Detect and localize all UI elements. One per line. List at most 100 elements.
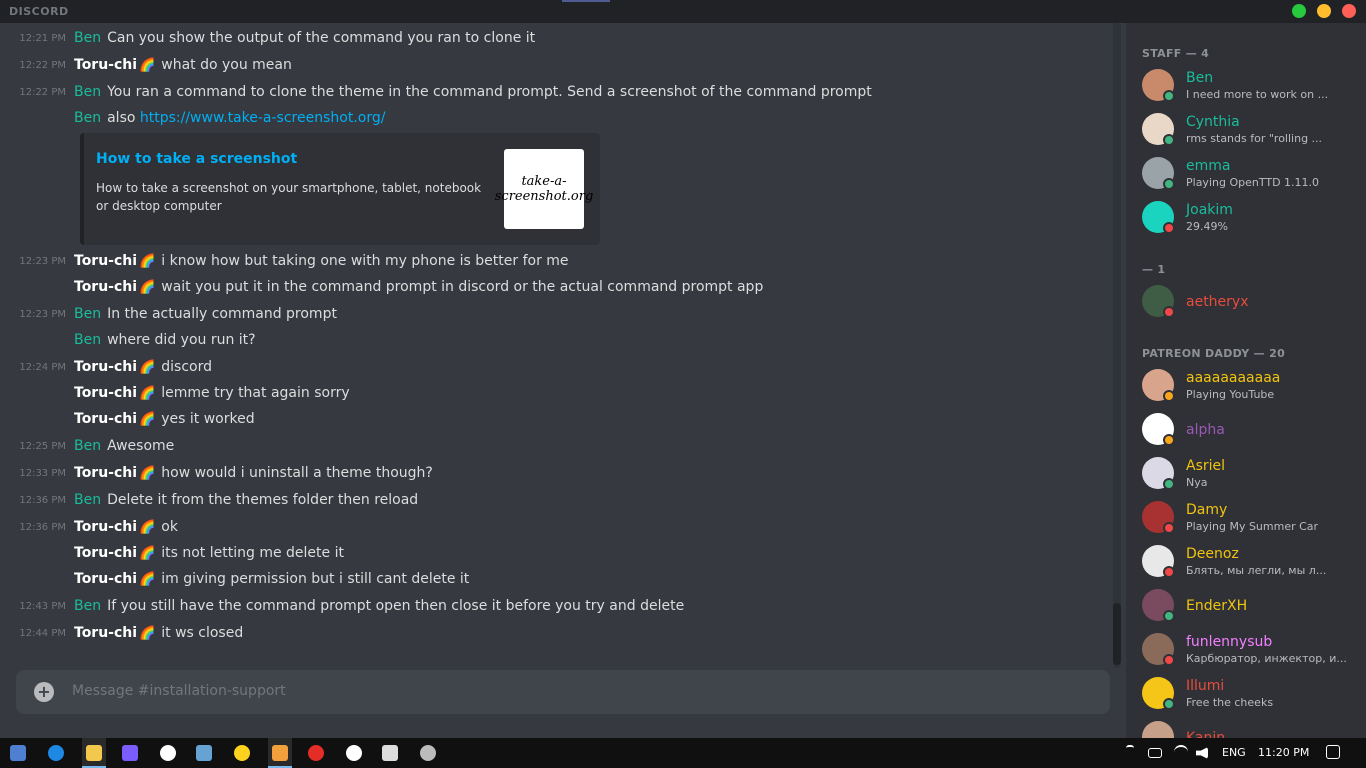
message-author[interactable]: Toru-chi 🌈 — [74, 385, 155, 401]
message-row[interactable]: Toru-chi 🌈 its not letting me delete it — [0, 542, 1100, 568]
status-indicator-icon — [1163, 178, 1175, 190]
start-icon[interactable] — [10, 745, 26, 761]
close-button[interactable] — [1342, 4, 1356, 18]
message-author[interactable]: Toru-chi 🌈 — [74, 625, 155, 641]
member-item[interactable]: Joakim 29.49% — [1142, 201, 1357, 243]
obs-icon[interactable] — [346, 745, 362, 761]
message-line: Toru-chi 🌈 ok — [74, 519, 178, 535]
message-author[interactable]: Ben — [74, 598, 101, 614]
message-row[interactable]: 12:36 PM Toru-chi 🌈 ok — [0, 516, 1100, 542]
message-row[interactable]: Toru-chi 🌈 im giving permission but i stil… — [0, 568, 1100, 594]
message-row[interactable]: 12:22 PM Ben You ran a command to clone th… — [0, 81, 1100, 107]
message-author[interactable]: Toru-chi 🌈 — [74, 279, 155, 295]
member-item[interactable]: alpha — [1142, 413, 1357, 455]
message-input[interactable]: Message #installation-support — [72, 683, 286, 699]
photos-icon[interactable] — [196, 745, 212, 761]
member-item[interactable]: Ben I need more to work on ... — [1142, 69, 1357, 111]
message-row[interactable]: 12:33 PM Toru-chi 🌈 how would i uninstall a… — [0, 462, 1100, 488]
message-timestamp: 12:23 PM — [19, 309, 66, 320]
message-row[interactable]: Ben also https://www.take-a-screenshot.or… — [0, 107, 1100, 133]
embed-title[interactable]: How to take a screenshot — [96, 151, 297, 167]
message-line: Toru-chi 🌈 yes it worked — [74, 411, 255, 427]
message-row[interactable]: Toru-chi 🌈 lemme try that again sorry — [0, 382, 1100, 408]
scrollbar-track[interactable] — [1113, 23, 1121, 668]
member-item[interactable]: Illumi Free the cheeks — [1142, 677, 1357, 719]
member-item[interactable]: Asriel Nya — [1142, 457, 1357, 499]
member-item[interactable]: emma Playing OpenTTD 1.11.0 — [1142, 157, 1357, 199]
member-name: emma — [1186, 158, 1231, 174]
member-item[interactable]: Deenoz Блять, мы легли, мы л... — [1142, 545, 1357, 587]
message-author[interactable]: Ben — [74, 84, 101, 100]
rainbow-emoji-icon: 🌈 — [139, 412, 156, 427]
member-item[interactable]: aetheryx — [1142, 285, 1357, 327]
youtube-icon[interactable] — [308, 745, 324, 761]
tray-chevron-icon[interactable] — [1126, 745, 1134, 761]
message-author[interactable]: Toru-chi 🌈 — [74, 465, 155, 481]
message-author[interactable]: Toru-chi 🌈 — [74, 359, 155, 375]
chat-area: 12:21 PM Ben Can you show the output of th… — [0, 23, 1126, 738]
discord-taskbar-icon[interactable] — [272, 745, 288, 761]
rainbow-emoji-icon: 🌈 — [139, 280, 156, 295]
message-row[interactable]: 12:22 PM Toru-chi 🌈 what do you mean — [0, 54, 1100, 80]
message-row[interactable]: Toru-chi 🌈 wait you put it in the command … — [0, 276, 1100, 302]
volume-icon[interactable] — [1196, 747, 1208, 759]
member-item[interactable]: Damy Playing My Summer Car — [1142, 501, 1357, 543]
member-group-header: STAFF — 4 — [1142, 47, 1210, 60]
message-line: Toru-chi 🌈 im giving permission but i stil… — [74, 571, 469, 587]
member-item[interactable]: EnderXH — [1142, 589, 1357, 631]
battery-icon[interactable] — [1148, 748, 1162, 758]
message-row[interactable]: Ben where did you run it? — [0, 329, 1100, 355]
message-author[interactable]: Toru-chi 🌈 — [74, 545, 155, 561]
member-item[interactable]: aaaaaaaaaaa Playing YouTube — [1142, 369, 1357, 411]
message-text: its not letting me delete it — [161, 545, 344, 561]
message-line: Toru-chi 🌈 lemme try that again sorry — [74, 385, 350, 401]
message-author[interactable]: Toru-chi 🌈 — [74, 519, 155, 535]
message-link[interactable]: https://www.take-a-screenshot.org/ — [135, 110, 386, 126]
minimize-button[interactable] — [1292, 4, 1306, 18]
message-author[interactable]: Ben — [74, 438, 101, 454]
settings-icon[interactable] — [160, 745, 176, 761]
message-author[interactable]: Ben — [74, 332, 101, 348]
notifications-icon[interactable] — [1326, 745, 1340, 759]
embed-thumbnail[interactable]: take-a-screenshot.org — [495, 149, 593, 229]
clock[interactable]: 11:20 PM — [1258, 746, 1309, 759]
paint-icon[interactable] — [234, 745, 250, 761]
scrollbar-thumb[interactable] — [1113, 603, 1121, 665]
file-explorer-icon[interactable] — [86, 745, 102, 761]
message-author[interactable]: Toru-chi 🌈 — [74, 253, 155, 269]
message-row[interactable]: Toru-chi 🌈 yes it worked — [0, 408, 1100, 434]
message-row[interactable]: 12:43 PM Ben If you still have the command… — [0, 595, 1100, 621]
message-author[interactable]: Ben — [74, 306, 101, 322]
language-indicator[interactable]: ENG — [1222, 746, 1246, 759]
message-row[interactable]: 12:24 PM Toru-chi 🌈 discord — [0, 356, 1100, 382]
monitor-icon[interactable] — [382, 745, 398, 761]
member-item[interactable]: Kanin — [1142, 721, 1357, 738]
message-author[interactable]: Toru-chi 🌈 — [74, 571, 155, 587]
message-author[interactable]: Ben — [74, 30, 101, 46]
message-author[interactable]: Toru-chi 🌈 — [74, 411, 155, 427]
message-row[interactable]: 12:21 PM Ben Can you show the output of th… — [0, 27, 1100, 53]
message-author[interactable]: Ben — [74, 492, 101, 508]
member-name: EnderXH — [1186, 598, 1248, 614]
member-activity: Карбюратор, инжектор, и... — [1186, 652, 1347, 665]
status-indicator-icon — [1163, 566, 1175, 578]
message-line: Ben If you still have the command prompt … — [74, 598, 684, 614]
wifi-icon[interactable] — [1174, 745, 1188, 759]
message-composer[interactable]: + Message #installation-support — [16, 670, 1110, 714]
message-row[interactable]: 12:23 PM Toru-chi 🌈 i know how but taking o… — [0, 250, 1100, 276]
member-item[interactable]: Cynthia rms stands for "rolling ... — [1142, 113, 1357, 155]
message-row[interactable]: 12:44 PM Toru-chi 🌈 it ws closed — [0, 622, 1100, 648]
message-row[interactable]: 12:23 PM Ben In the actually command promp… — [0, 303, 1100, 329]
message-row[interactable]: 12:25 PM Ben Awesome — [0, 435, 1100, 461]
terminal-icon[interactable] — [122, 745, 138, 761]
edge-icon[interactable] — [48, 745, 64, 761]
maximize-button[interactable] — [1317, 4, 1331, 18]
message-author[interactable]: Toru-chi 🌈 — [74, 57, 155, 73]
member-item[interactable]: funlennysub Карбюратор, инжектор, и... — [1142, 633, 1357, 675]
app-icon[interactable] — [420, 745, 436, 761]
rainbow-emoji-icon: 🌈 — [139, 520, 156, 535]
message-row[interactable]: 12:36 PM Ben Delete it from the themes fol… — [0, 489, 1100, 515]
message-author[interactable]: Ben — [74, 110, 101, 126]
member-name: Illumi — [1186, 678, 1225, 694]
add-attachment-icon[interactable]: + — [34, 682, 54, 702]
